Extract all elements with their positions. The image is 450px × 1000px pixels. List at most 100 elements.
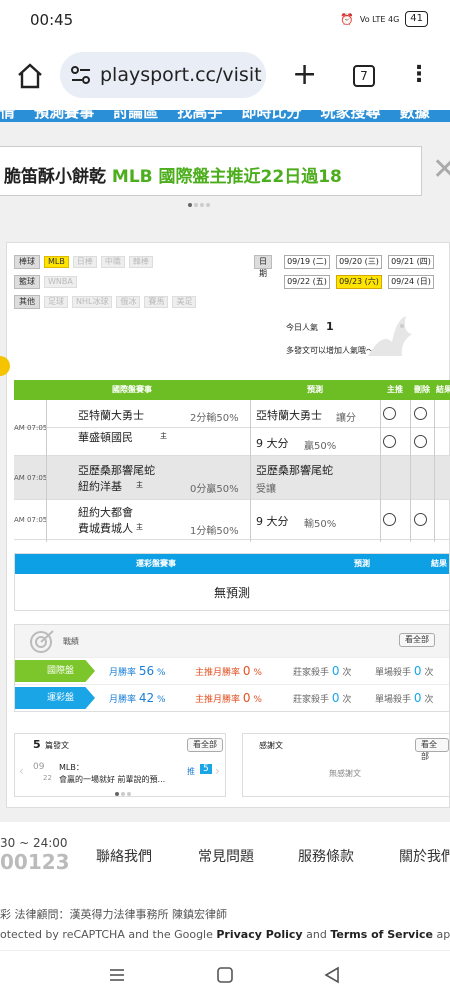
post-label: 篇發文	[45, 741, 69, 750]
footer-link-faq[interactable]: 常見問題	[198, 846, 254, 866]
month-rate: 月勝率 56 %	[109, 664, 166, 678]
date-option[interactable]: 09/20 (三)	[336, 255, 382, 269]
filter-label: 籃球	[14, 275, 40, 289]
back-icon[interactable]	[323, 966, 341, 984]
main-pick-radio[interactable]	[383, 407, 396, 420]
filter-option[interactable]: WNBA	[44, 276, 77, 288]
signal-icon: Vo LTE 4G	[359, 14, 400, 24]
col-result: 結果	[436, 385, 450, 394]
carousel-next-icon[interactable]: ›	[215, 764, 220, 778]
nav-item[interactable]: 即時比分	[241, 110, 301, 121]
team-away: 亞特蘭大勇士	[78, 409, 144, 422]
filter-option[interactable]: 賽馬	[144, 296, 169, 308]
col-predict: 預測	[307, 385, 323, 394]
site-settings-icon[interactable]	[70, 65, 92, 85]
post-category[interactable]: MLB：	[59, 762, 84, 773]
banner-next-icon[interactable]: ✕	[432, 152, 450, 187]
popularity: 今日人氣 1	[286, 320, 334, 333]
empty-message: 無預測	[213, 586, 250, 600]
nav-item[interactable]: 數據	[400, 110, 430, 121]
date-option[interactable]: 09/24 (日)	[388, 275, 434, 289]
team-home: 紐約洋基	[78, 480, 122, 493]
footer-link-terms[interactable]: 服務條款	[298, 846, 354, 866]
banker-killer: 莊家殺手 0 次	[293, 691, 352, 705]
filter-option[interactable]: 韓棒	[128, 256, 153, 268]
nav-item[interactable]: 玩家搜尋	[321, 110, 381, 121]
filter-option[interactable]: 中職	[100, 256, 125, 268]
tab-switcher-button[interactable]: 7	[353, 65, 375, 87]
table-row: AM 07:05 亞歷桑那響尾蛇 紐約洋基 主 0分贏50% 亞歷桑那響尾蛇 受…	[14, 456, 450, 500]
service-phone: 00123	[0, 850, 70, 874]
date-option[interactable]: 09/21 (四)	[388, 255, 434, 269]
filter-other: 其他 足球 NHL冰球 俄冰 賽馬 美足	[14, 295, 197, 309]
filter-option[interactable]: 日棒	[72, 256, 97, 268]
footer-link-about[interactable]: 關於我們	[399, 846, 450, 866]
post-month: 09	[33, 762, 45, 772]
terms-link[interactable]: Terms of Service	[330, 928, 433, 941]
filter-option-mlb[interactable]: MLB	[44, 256, 69, 268]
game-time: AM 07:05	[14, 516, 48, 524]
nav-item[interactable]: 預測賽事	[34, 110, 94, 121]
filter-option[interactable]: 美足	[172, 296, 197, 308]
month-rate: 月勝率 42 %	[109, 691, 166, 705]
thanks-view-all-button[interactable]: 看全部	[415, 738, 449, 761]
thanks-empty: 無感謝文	[329, 769, 361, 778]
delete-radio[interactable]	[414, 407, 427, 420]
col-divider	[434, 400, 435, 542]
popularity-count: 1	[326, 320, 334, 333]
status-icons: ⏰ Vo LTE 4G 41	[340, 11, 428, 27]
filter-option[interactable]: 俄冰	[116, 296, 141, 308]
address-bar[interactable]: playsport.cc/visit	[60, 52, 266, 98]
line-text: 0分贏50%	[190, 484, 239, 495]
posts-card: 5 篇發文 看全部 ‹ 09 22 MLB： 會贏的一場就好 前輩說的預... …	[14, 733, 226, 797]
col-divider	[250, 400, 251, 542]
post-day: 22	[43, 774, 52, 782]
filter-option[interactable]: 足球	[44, 296, 68, 308]
nav-item[interactable]: 情	[0, 110, 15, 121]
col-divider	[380, 400, 381, 542]
game-time: AM 07:05	[14, 474, 48, 482]
pick-note: 贏50%	[304, 441, 337, 452]
new-tab-icon[interactable]: +	[292, 60, 317, 90]
pick-team: 亞特蘭大勇士	[256, 409, 322, 422]
intl-predict-table: 國際盤賽事 預測 主推 刪除 結果 亞特蘭大勇士 2分輸50% 亞特蘭大勇士 讓…	[14, 380, 450, 542]
main-pick-radio[interactable]	[383, 513, 396, 526]
date-option[interactable]: 09/19 (二)	[284, 255, 330, 269]
post-snippet[interactable]: 會贏的一場就好 前輩說的預...	[59, 774, 165, 785]
recents-icon[interactable]	[108, 967, 126, 983]
game-time: AM 07:05	[14, 424, 48, 432]
posts-view-all-button[interactable]: 看全部	[187, 738, 223, 752]
stats-view-all-button[interactable]: 看全部	[399, 633, 435, 647]
home-icon[interactable]	[16, 62, 44, 90]
date-option-selected[interactable]: 09/23 (六)	[336, 275, 382, 289]
battery-icon: 41	[405, 11, 428, 27]
banner-text: 脆笛酥小餅乾 MLB 國際盤主推近22日過18	[4, 162, 342, 187]
single-killer: 單場殺手 0 次	[375, 664, 434, 678]
filter-option[interactable]: NHL冰球	[72, 296, 113, 308]
date-option[interactable]: 09/22 (五)	[284, 275, 330, 289]
carousel-prev-icon[interactable]: ‹	[19, 764, 24, 778]
target-icon	[30, 630, 54, 653]
pick-team: 亞歷桑那響尾蛇	[256, 464, 333, 477]
home-nav-icon[interactable]	[216, 966, 234, 984]
pick-team: 9 大分	[256, 437, 289, 450]
stats-row-intl: 國際盤 月勝率 56 % 主推月勝率 0 % 莊家殺手 0 次 單場殺手 0 次	[15, 657, 449, 684]
status-bar: 00:45 ⏰ Vo LTE 4G 41	[0, 0, 450, 40]
main-pick-radio[interactable]	[383, 435, 396, 448]
delete-radio[interactable]	[414, 513, 427, 526]
promo-banner[interactable]: 脆笛酥小餅乾 MLB 國際盤主推近22日過18	[0, 146, 422, 196]
table-header: 運彩盤賽事 預測 結果	[15, 554, 449, 574]
banner-author: 脆笛酥小餅乾	[4, 167, 106, 187]
line-text: 2分輸50%	[190, 413, 239, 424]
footer-link-contact[interactable]: 聯絡我們	[96, 846, 152, 866]
delete-radio[interactable]	[414, 435, 427, 448]
main-month-rate: 主推月勝率 0 %	[195, 664, 262, 678]
stats-card: 戰績 看全部 國際盤 月勝率 56 % 主推月勝率 0 % 莊家殺手 0 次 單…	[14, 624, 450, 712]
privacy-link[interactable]: Privacy Policy	[216, 928, 302, 941]
home-tag: 主	[160, 432, 167, 440]
filter-label: 其他	[14, 295, 40, 309]
more-menu-icon[interactable]: ⋮	[408, 64, 430, 86]
nav-item[interactable]: 討論區	[113, 110, 158, 121]
thanks-title: 感謝文	[259, 741, 283, 750]
nav-item[interactable]: 找高手	[177, 110, 222, 121]
